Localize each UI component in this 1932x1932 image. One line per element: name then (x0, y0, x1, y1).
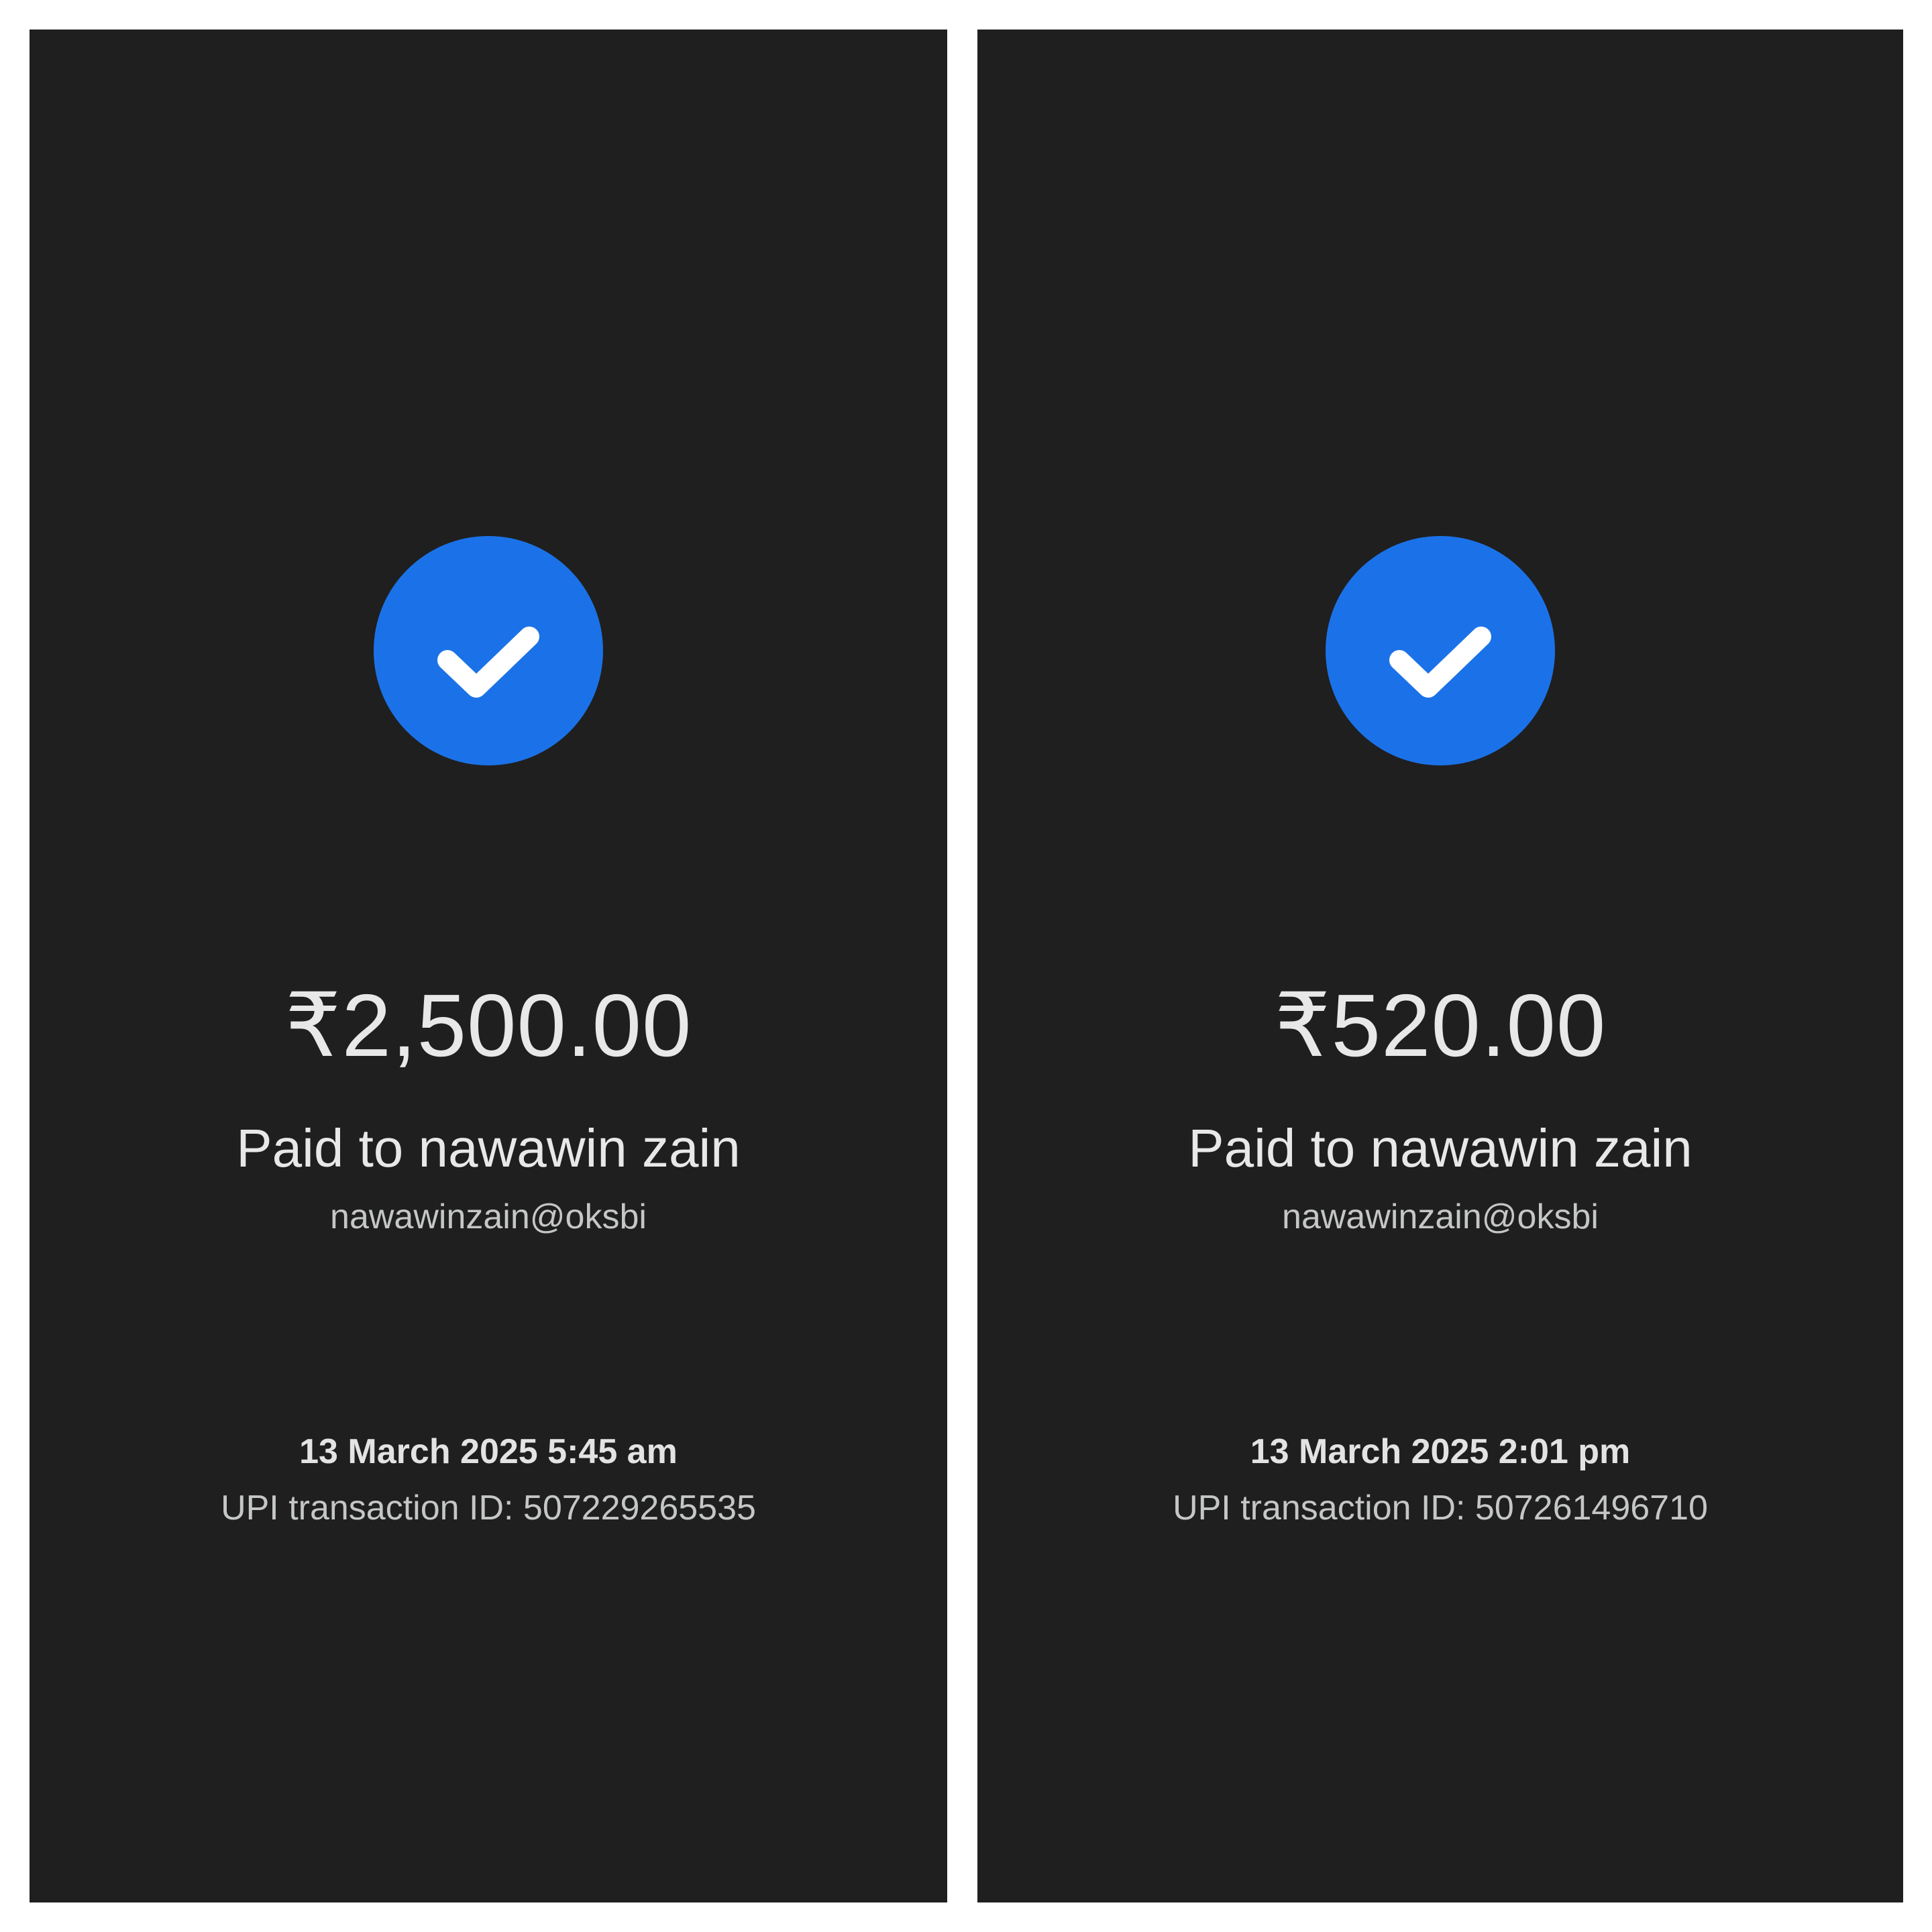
check-icon (1389, 627, 1491, 698)
payment-receipt-left: ₹2,500.00 Paid to nawawin zain nawawinza… (30, 30, 947, 1902)
upi-transaction-id: UPI transaction ID: 507229265535 (221, 1489, 756, 1527)
payment-datetime: 13 March 2025 2:01 pm (1250, 1432, 1631, 1471)
payment-receipt-right: ₹520.00 Paid to nawawin zain nawawinzain… (977, 30, 1903, 1902)
payment-amount: ₹520.00 (1274, 976, 1607, 1075)
payee-upi-id: nawawinzain@oksbi (330, 1197, 647, 1236)
check-icon (437, 627, 539, 698)
success-check-icon (1326, 536, 1555, 765)
payment-amount: ₹2,500.00 (284, 976, 692, 1075)
payment-datetime: 13 March 2025 5:45 am (299, 1432, 678, 1471)
success-check-icon (374, 536, 603, 765)
payee-name: Paid to nawawin zain (236, 1118, 741, 1178)
payee-upi-id: nawawinzain@oksbi (1282, 1197, 1599, 1236)
upi-transaction-id: UPI transaction ID: 507261496710 (1173, 1489, 1708, 1527)
payee-name: Paid to nawawin zain (1188, 1118, 1693, 1178)
